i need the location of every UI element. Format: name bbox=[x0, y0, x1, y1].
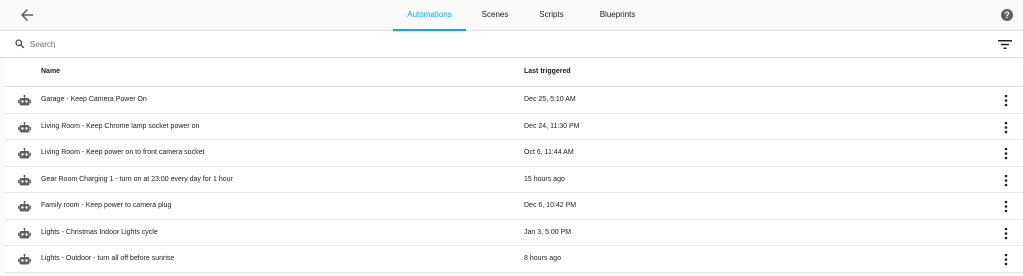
tab-blueprints[interactable]: Blueprints bbox=[579, 0, 656, 31]
column-header-last-triggered[interactable]: Last triggered bbox=[524, 58, 571, 86]
tab-bar: Automations Scenes Scripts Blueprints bbox=[393, 0, 656, 31]
last-triggered: Jan 3, 5:00 PM bbox=[524, 228, 572, 236]
table-header: Name Last triggered bbox=[5, 58, 1023, 87]
tab-scripts[interactable]: Scripts bbox=[524, 0, 579, 31]
search-icon bbox=[15, 39, 25, 49]
more-options-icon[interactable] bbox=[1001, 121, 1011, 134]
last-triggered: Dec 25, 5:10 AM bbox=[524, 96, 576, 103]
more-options-icon[interactable] bbox=[1001, 147, 1011, 160]
robot-icon bbox=[18, 201, 31, 212]
automation-name: Living Room - Keep power on to front cam… bbox=[41, 149, 205, 156]
robot-icon bbox=[18, 95, 31, 106]
help-icon[interactable]: ? bbox=[1001, 9, 1013, 21]
search-bar bbox=[0, 31, 1023, 58]
automation-name: Living Room - Keep Chrome lamp socket po… bbox=[41, 122, 200, 130]
tab-automations[interactable]: Automations bbox=[393, 0, 466, 31]
table-row[interactable]: Family room - Keep power to camera plug … bbox=[5, 193, 1023, 220]
last-triggered: Dec 6, 10:42 PM bbox=[524, 202, 577, 209]
robot-icon bbox=[18, 148, 31, 159]
table-row[interactable]: Living Room - Keep power on to front cam… bbox=[5, 140, 1023, 167]
last-triggered: Oct 6, 11:44 AM bbox=[524, 149, 574, 156]
table-row[interactable]: Lights - Christmas Indoor Lights cycle J… bbox=[5, 220, 1023, 246]
automations-table: Name Last triggered Garage - Keep Camera… bbox=[5, 58, 1023, 273]
arrow-left-icon[interactable] bbox=[18, 6, 36, 24]
robot-icon bbox=[18, 174, 31, 185]
filter-icon[interactable] bbox=[998, 39, 1012, 50]
last-triggered: 8 hours ago bbox=[524, 255, 561, 262]
automation-name: Lights - Christmas Indoor Lights cycle bbox=[41, 228, 158, 236]
top-app-bar: Automations Scenes Scripts Blueprints ? bbox=[0, 0, 1023, 31]
more-options-icon[interactable] bbox=[1001, 200, 1011, 213]
robot-icon bbox=[18, 254, 31, 265]
automation-name: Lights - Outdoor - turn all off before s… bbox=[41, 255, 175, 262]
robot-icon bbox=[18, 227, 31, 238]
robot-icon bbox=[18, 121, 31, 132]
more-options-icon[interactable] bbox=[1001, 174, 1011, 187]
column-header-name[interactable]: Name bbox=[41, 58, 60, 86]
table-row[interactable]: Gear Room Charging 1 - turn on at 23:00 … bbox=[5, 167, 1023, 193]
more-options-icon[interactable] bbox=[1001, 253, 1011, 266]
tab-scenes[interactable]: Scenes bbox=[466, 0, 524, 31]
last-triggered: 15 hours ago bbox=[524, 175, 565, 183]
automation-name: Family room - Keep power to camera plug bbox=[41, 202, 172, 209]
automation-name: Garage - Keep Camera Power On bbox=[41, 96, 147, 103]
automation-name: Gear Room Charging 1 - turn on at 23:00 … bbox=[41, 175, 233, 183]
table-row[interactable]: Living Room - Keep Chrome lamp socket po… bbox=[5, 114, 1023, 140]
search-input[interactable] bbox=[30, 36, 930, 52]
table-row[interactable]: Garage - Keep Camera Power On Dec 25, 5:… bbox=[5, 87, 1023, 114]
last-triggered: Dec 24, 11:30 PM bbox=[524, 122, 580, 130]
table-row[interactable]: Lights - Outdoor - turn all off before s… bbox=[5, 246, 1023, 273]
more-options-icon[interactable] bbox=[1001, 227, 1011, 240]
more-options-icon[interactable] bbox=[1001, 94, 1011, 107]
